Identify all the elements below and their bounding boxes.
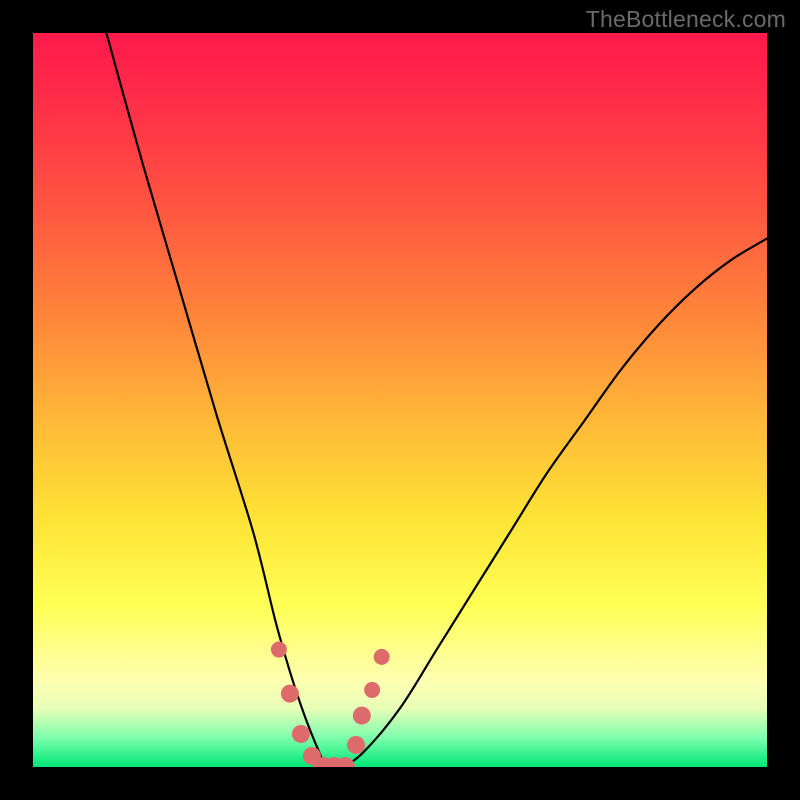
highlight-dot xyxy=(364,682,380,698)
curve-svg xyxy=(33,33,767,767)
highlight-dot xyxy=(374,649,390,665)
highlight-dot xyxy=(292,725,310,743)
chart-frame: TheBottleneck.com xyxy=(0,0,800,800)
highlight-dot xyxy=(271,642,287,658)
highlight-dot xyxy=(347,736,365,754)
highlight-dot xyxy=(353,707,371,725)
bottleneck-curve-path xyxy=(106,33,767,767)
highlight-dots-group xyxy=(271,642,390,767)
watermark-text: TheBottleneck.com xyxy=(586,6,786,33)
plot-area xyxy=(33,33,767,767)
highlight-dot xyxy=(281,685,299,703)
